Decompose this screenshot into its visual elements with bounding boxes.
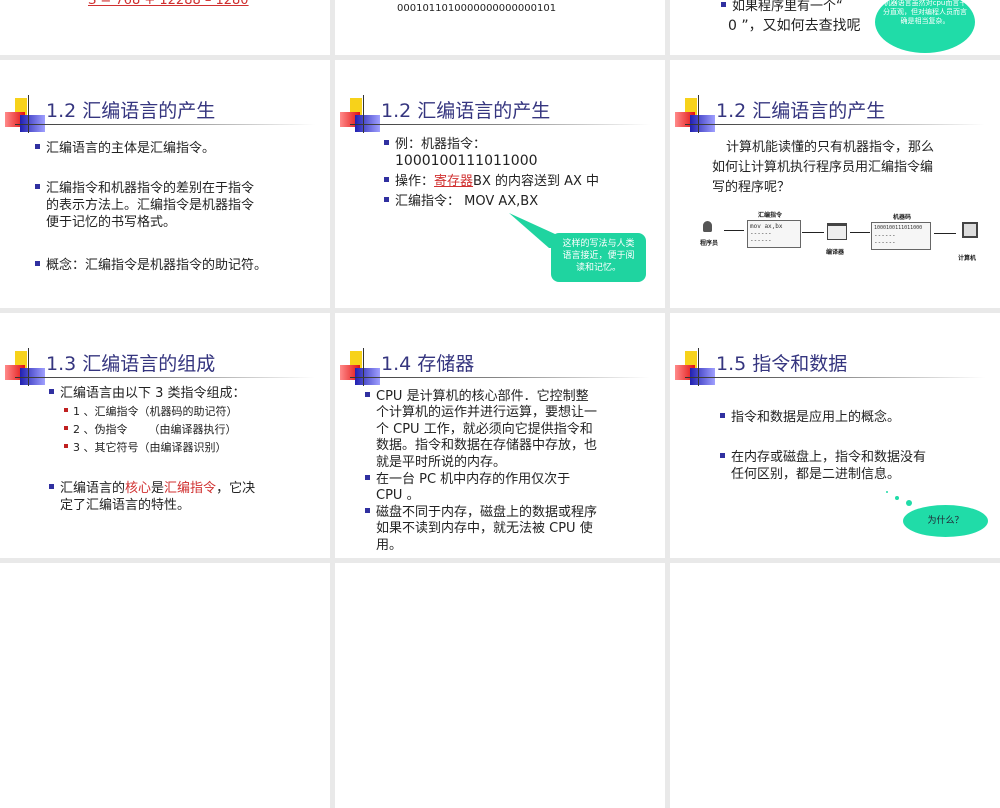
formula: S = 768 + 12288 – 1280 bbox=[88, 0, 249, 8]
bullet: 汇编语言由以下 3 类指令组成： bbox=[60, 386, 246, 401]
compiler-icon bbox=[827, 223, 847, 240]
slide-title: 1.4 存储器 bbox=[381, 353, 475, 375]
bullet: 操作：寄存器BX 的内容送到 AX 中 bbox=[395, 173, 599, 190]
asm-code-box: mov ax,bx ------ ------ bbox=[747, 220, 801, 248]
slide-thumb-1-2b[interactable]: 1.2 汇编语言的产生 例：机器指令： 1000100111011000 操作：… bbox=[335, 60, 665, 308]
bullet-cont: 如果不读到内存中，就无法被 CPU 使 bbox=[376, 521, 593, 536]
slide-thumb-top-2[interactable]: 00000101000000000110000 0001011010000000… bbox=[335, 0, 665, 55]
bullet-cont: 便于记忆的书写格式。 bbox=[46, 215, 177, 230]
slide-thumb-1-3[interactable]: 1.3 汇编语言的组成 汇编语言由以下 3 类指令组成： 1 、汇编指令（机器码… bbox=[0, 313, 330, 558]
code-line: 1000100111011000 bbox=[874, 225, 923, 231]
cloud-dot bbox=[906, 500, 912, 506]
bullet: 汇编指令和机器指令的差别在于指令 bbox=[46, 181, 255, 196]
highlight-text: 核心 bbox=[125, 481, 152, 496]
logo-line bbox=[363, 348, 364, 386]
bullet-cont: CPU 。 bbox=[376, 488, 420, 503]
paragraph-line: 如何让计算机执行程序员用汇编指令编 bbox=[712, 160, 934, 175]
slide-thumb-1-5[interactable]: 1.5 指令和数据 指令和数据是应用上的概念。 在内存或磁盘上，指令和数据没有 … bbox=[670, 313, 1000, 558]
highlight-text: 汇编指令 bbox=[164, 481, 217, 496]
compiler-label: 编译器 bbox=[826, 249, 845, 256]
person-icon bbox=[703, 221, 712, 232]
asm-label: 汇编指令 bbox=[758, 212, 783, 219]
callout-bubble: 这样的写法与人类语言接近，便于阅读和记忆。 bbox=[551, 233, 646, 282]
bullet: 磁盘不同于内存，磁盘上的数据或程序 bbox=[376, 505, 598, 520]
bullet-cont: 数据。指令和数据在存储器中存放，也 bbox=[376, 438, 598, 453]
code-line: mov ax,bx bbox=[750, 223, 783, 230]
machine-code-box: 1000100111011000 ------ ------ bbox=[871, 222, 931, 250]
bullet-cont: 个 CPU 工作，就必须向它提供指令和 bbox=[376, 422, 593, 437]
bullet: 如果程序里有一个“ bbox=[732, 0, 843, 14]
logo-line bbox=[363, 95, 364, 133]
bullet-text: ，它决 bbox=[216, 481, 256, 496]
mc-label: 机器码 bbox=[893, 214, 912, 221]
bullet-cont: 0 ”，又如何去查找呢 bbox=[728, 18, 861, 34]
bullet: CPU 是计算机的核心部件．它控制整 bbox=[376, 389, 589, 404]
bullet: 汇编语言的核心是汇编指令，它决 bbox=[60, 480, 255, 497]
cloud-dot bbox=[895, 496, 899, 500]
slide-title: 1.3 汇编语言的组成 bbox=[46, 353, 216, 375]
bullet: 汇编语言的主体是汇编指令。 bbox=[46, 141, 216, 156]
bullet: 在内存或磁盘上，指令和数据没有 bbox=[731, 450, 927, 465]
slide-thumb-top-3[interactable]: 如果程序里有一个“ 0 ”，又如何去查找呢 机器语言虽然对cpu而言十分直观，但… bbox=[670, 0, 1000, 55]
connector bbox=[724, 230, 744, 231]
bullet-text: 是 bbox=[151, 481, 165, 496]
bullet: 在一台 PC 机中内存的作用仅次于 bbox=[376, 472, 571, 487]
bullet-cont: 定了汇编语言的特性。 bbox=[60, 498, 191, 513]
binary-line: 00000101000000000110000 bbox=[397, 0, 543, 2]
register-link[interactable]: 寄存器 bbox=[434, 174, 473, 189]
slide-title: 1.5 指令和数据 bbox=[716, 353, 848, 375]
logo-line bbox=[698, 348, 699, 386]
code-line: ------ bbox=[874, 232, 896, 239]
code-line: ------ bbox=[874, 239, 896, 246]
cloud-dot bbox=[886, 491, 888, 493]
bullet: 汇编指令： MOV AX,BX bbox=[395, 194, 539, 209]
title-rule bbox=[350, 124, 650, 125]
computer-label: 计算机 bbox=[958, 255, 977, 262]
bullet-cont: 个计算机的运作并进行运算，要想让一 bbox=[376, 405, 598, 420]
binary-line: 0001011010000000000000101 bbox=[397, 3, 557, 14]
slide-title: 1.2 汇编语言的产生 bbox=[46, 100, 216, 122]
title-rule bbox=[15, 124, 315, 125]
logo-line bbox=[28, 348, 29, 386]
bullet-text: 操作： bbox=[395, 174, 435, 189]
computer-icon bbox=[962, 222, 978, 238]
slide-thumb-1-2c[interactable]: 1.2 汇编语言的产生 计算机能读懂的只有机器指令，那么 如何让计算机执行程序员… bbox=[670, 60, 1000, 308]
code-line: ------ bbox=[750, 230, 772, 237]
bullet-text: 汇编语言的 bbox=[60, 481, 126, 496]
slide-title: 1.2 汇编语言的产生 bbox=[381, 100, 551, 122]
logo-line bbox=[698, 95, 699, 133]
sub-bullet: 3 、其它符号（由编译器识别） bbox=[73, 441, 227, 454]
bullet: 概念：汇编指令是机器指令的助记符。 bbox=[46, 258, 268, 273]
title-rule bbox=[685, 124, 985, 125]
programmer-label: 程序员 bbox=[700, 240, 719, 247]
slide-thumb-top-1[interactable]: S = 768 + 12288 – 1280 bbox=[0, 0, 330, 55]
machine-code: 1000100111011000 bbox=[395, 153, 538, 169]
logo-line bbox=[28, 95, 29, 133]
thought-cloud: 机器语言虽然对cpu而言十分直观，但对编程人员而言确是相当复杂。 bbox=[875, 0, 975, 53]
thought-cloud: 为什么？ bbox=[903, 505, 988, 537]
bullet-cont: 任何区别，都是二进制信息。 bbox=[731, 467, 901, 482]
slide-title: 1.2 汇编语言的产生 bbox=[716, 100, 886, 122]
slide-thumb-1-4[interactable]: 1.4 存储器 CPU 是计算机的核心部件．它控制整 个计算机的运作并进行运算，… bbox=[335, 313, 665, 558]
sub-bullet: 2 、伪指令 （由编译器执行） bbox=[73, 423, 237, 436]
paragraph-line: 写的程序呢？ bbox=[712, 180, 791, 195]
arrow bbox=[802, 232, 824, 233]
bullet-cont: 用。 bbox=[376, 538, 403, 553]
sub-bullet: 1 、汇编指令（机器码的助记符） bbox=[73, 405, 238, 418]
title-rule bbox=[350, 377, 650, 378]
paragraph-line: 计算机能读懂的只有机器指令，那么 bbox=[726, 140, 935, 155]
bullet-cont: 的表示方法上。汇编指令是机器指令 bbox=[46, 198, 255, 213]
connector bbox=[850, 232, 870, 233]
slide-thumb-1-2a[interactable]: 1.2 汇编语言的产生 汇编语言的主体是汇编指令。 汇编指令和机器指令的差别在于… bbox=[0, 60, 330, 308]
code-line: ------ bbox=[750, 237, 772, 244]
bullet: 例：机器指令： bbox=[395, 137, 487, 152]
bullet-cont: 就是平时所说的内存。 bbox=[376, 455, 507, 470]
arrow bbox=[934, 233, 956, 234]
bullet-text: BX 的内容送到 AX 中 bbox=[473, 174, 600, 189]
title-rule bbox=[685, 377, 985, 378]
bullet: 指令和数据是应用上的概念。 bbox=[731, 410, 901, 425]
title-rule bbox=[15, 377, 315, 378]
